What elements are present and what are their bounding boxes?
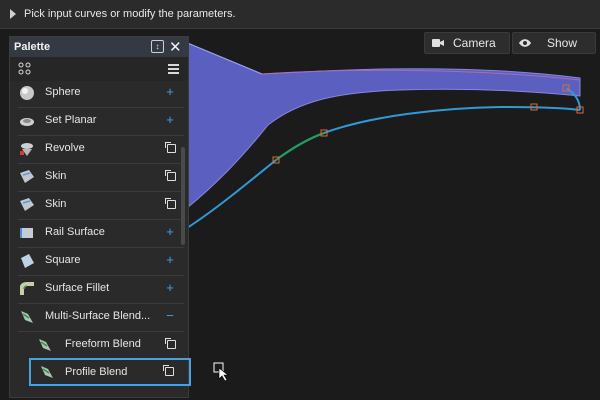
dock-icon[interactable]: ↕	[151, 40, 164, 53]
eye-icon	[519, 39, 531, 47]
copy-icon[interactable]	[163, 365, 174, 376]
palette-item-surface-fillet[interactable]: Surface Fillet +	[13, 275, 185, 302]
palette-item-rail-surface[interactable]: Rail Surface +	[13, 219, 185, 246]
palette-item-sphere[interactable]: Sphere +	[13, 79, 185, 106]
palette-item-label: Sphere	[45, 86, 81, 98]
blend-curve-segment-highlight[interactable]	[275, 132, 325, 161]
sphere-icon	[20, 86, 34, 100]
palette-item-label: Square	[45, 254, 81, 266]
add-icon[interactable]: +	[163, 85, 177, 99]
palette-header: Palette ↕ ✕	[10, 37, 188, 57]
copy-icon[interactable]	[165, 338, 176, 349]
palette-item-label: Rail Surface	[45, 226, 105, 238]
camera-icon	[432, 39, 444, 47]
prompt-text: Pick input curves or modify the paramete…	[24, 8, 236, 20]
set-planar-icon	[20, 118, 34, 126]
add-icon[interactable]: +	[163, 253, 177, 267]
palette-item-label: Freeform Blend	[65, 338, 141, 350]
square-icon	[21, 254, 34, 268]
palette-item-skin[interactable]: Skin	[13, 191, 185, 218]
palette-item-label: Surface Fillet	[45, 282, 110, 294]
palette-item-skin[interactable]: Skin	[13, 163, 185, 190]
copy-icon[interactable]	[165, 170, 176, 181]
palette-scrollbar[interactable]	[181, 147, 185, 245]
show-button[interactable]: Show	[512, 32, 596, 54]
profile-blend-icon	[41, 366, 53, 378]
camera-button[interactable]: Camera	[424, 32, 510, 54]
palette-toolbar	[10, 57, 188, 81]
skin-icon	[20, 198, 34, 211]
play-icon[interactable]	[10, 9, 16, 19]
palette-panel: Palette ↕ ✕ Sphere + Set Planar + Revolv…	[9, 36, 191, 398]
add-icon[interactable]: +	[163, 281, 177, 295]
pick-cursor-icon	[213, 362, 229, 382]
show-label: Show	[547, 36, 578, 50]
camera-label: Camera	[453, 36, 496, 50]
palette-item-freeform-blend[interactable]: Freeform Blend	[13, 331, 185, 358]
close-icon[interactable]: ✕	[169, 38, 182, 56]
grid-view-icon[interactable]	[18, 62, 32, 76]
palette-title: Palette	[14, 41, 51, 53]
add-icon[interactable]: +	[163, 225, 177, 239]
palette-item-label: Skin	[45, 170, 67, 182]
palette-item-multi-surface-blend[interactable]: Multi-Surface Blend... −	[13, 303, 185, 330]
palette-item-profile-blend[interactable]: Profile Blend	[29, 358, 191, 386]
prompt-bar: Pick input curves or modify the paramete…	[0, 0, 600, 29]
surface-fillet-icon	[20, 282, 34, 295]
copy-icon[interactable]	[165, 198, 176, 209]
palette-item-revolve[interactable]: Revolve	[13, 135, 185, 162]
palette-item-label: Multi-Surface Blend...	[45, 310, 151, 322]
revolve-icon	[20, 143, 33, 156]
freeform-blend-icon	[39, 339, 51, 351]
palette-item-label: Skin	[45, 198, 67, 210]
palette-item-label: Set Planar	[45, 114, 97, 126]
collapse-icon[interactable]: −	[163, 309, 177, 323]
palette-item-label: Revolve	[45, 142, 85, 154]
menu-icon[interactable]	[168, 64, 179, 76]
rail-surface-icon	[20, 228, 33, 238]
palette-item-set-planar[interactable]: Set Planar +	[13, 107, 185, 134]
palette-item-label: Profile Blend	[65, 366, 128, 378]
copy-icon[interactable]	[165, 142, 176, 153]
add-icon[interactable]: +	[163, 113, 177, 127]
skin-icon	[20, 170, 34, 183]
multi-surface-blend-icon	[21, 311, 33, 323]
palette-item-square[interactable]: Square +	[13, 247, 185, 274]
